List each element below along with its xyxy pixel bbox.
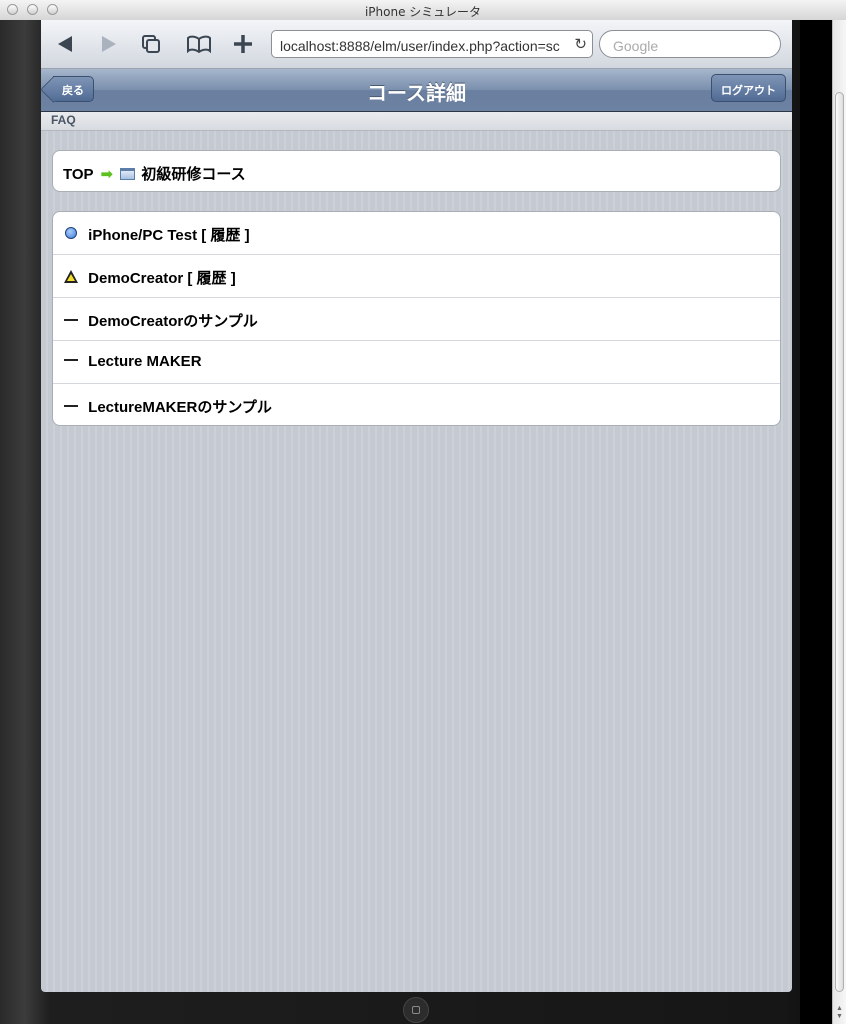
- forward-arrow-icon[interactable]: [97, 32, 121, 56]
- scroll-down-icon[interactable]: ▼: [836, 1013, 843, 1020]
- list-item-label: LectureMAKERのサンプル: [88, 399, 272, 416]
- breadcrumb: TOP ➡ 初級研修コース: [52, 150, 781, 192]
- list-item[interactable]: DemoCreatorのサンプル: [53, 298, 780, 341]
- faq-link[interactable]: FAQ: [41, 112, 792, 131]
- dash-icon: [63, 313, 79, 330]
- list-item-label: DemoCreator [ 履歴 ]: [88, 270, 236, 287]
- reload-icon[interactable]: ↻: [574, 35, 587, 53]
- list-item[interactable]: LectureMAKERのサンプル: [53, 384, 780, 427]
- dash-icon: [63, 353, 79, 370]
- device-screen: localhost:8888/elm/user/index.php?action…: [41, 20, 792, 992]
- content-list: iPhone/PC Test [ 履歴 ] DemoCreator [ 履歴 ]…: [52, 211, 781, 426]
- window-title: iPhone シミュレータ: [364, 5, 482, 19]
- home-square-icon: [412, 1006, 420, 1014]
- back-arrow-icon[interactable]: [53, 32, 77, 56]
- bookmarks-icon[interactable]: [185, 32, 213, 56]
- home-button[interactable]: [403, 997, 429, 1023]
- logout-button[interactable]: ログアウト: [711, 74, 786, 102]
- scrollbar-thumb[interactable]: [835, 92, 844, 992]
- device-side: [800, 20, 832, 1024]
- list-item-label: Lecture MAKER: [88, 353, 202, 370]
- list-item-label: iPhone/PC Test [ 履歴 ]: [88, 227, 250, 244]
- url-field[interactable]: localhost:8888/elm/user/index.php?action…: [271, 30, 593, 58]
- breadcrumb-top-link[interactable]: TOP: [63, 166, 93, 183]
- pages-icon[interactable]: [139, 32, 163, 56]
- list-item[interactable]: DemoCreator [ 履歴 ]: [53, 255, 780, 298]
- window-titlebar: iPhone シミュレータ: [0, 0, 846, 21]
- folder-icon: [120, 168, 136, 180]
- url-text: localhost:8888/elm/user/index.php?action…: [280, 38, 560, 54]
- browser-toolbar: localhost:8888/elm/user/index.php?action…: [41, 20, 792, 69]
- page-title: コース詳細: [367, 83, 466, 105]
- right-arrow-icon: ➡: [100, 166, 114, 183]
- triangle-warning-icon: [63, 270, 79, 287]
- window-scrollbar[interactable]: ▲ ▼: [832, 20, 846, 1024]
- list-item[interactable]: Lecture MAKER: [53, 341, 780, 384]
- breadcrumb-course: 初級研修コース: [141, 166, 246, 183]
- list-item[interactable]: iPhone/PC Test [ 履歴 ]: [53, 212, 780, 255]
- search-input[interactable]: Google: [599, 30, 781, 58]
- list-item-label: DemoCreatorのサンプル: [88, 313, 258, 330]
- dash-icon: [63, 399, 79, 416]
- add-bookmark-icon[interactable]: [231, 32, 255, 56]
- scroll-up-icon[interactable]: ▲: [836, 1005, 843, 1012]
- nav-bar: 戻る コース詳細 ログアウト: [41, 69, 792, 112]
- circle-icon: [63, 227, 79, 244]
